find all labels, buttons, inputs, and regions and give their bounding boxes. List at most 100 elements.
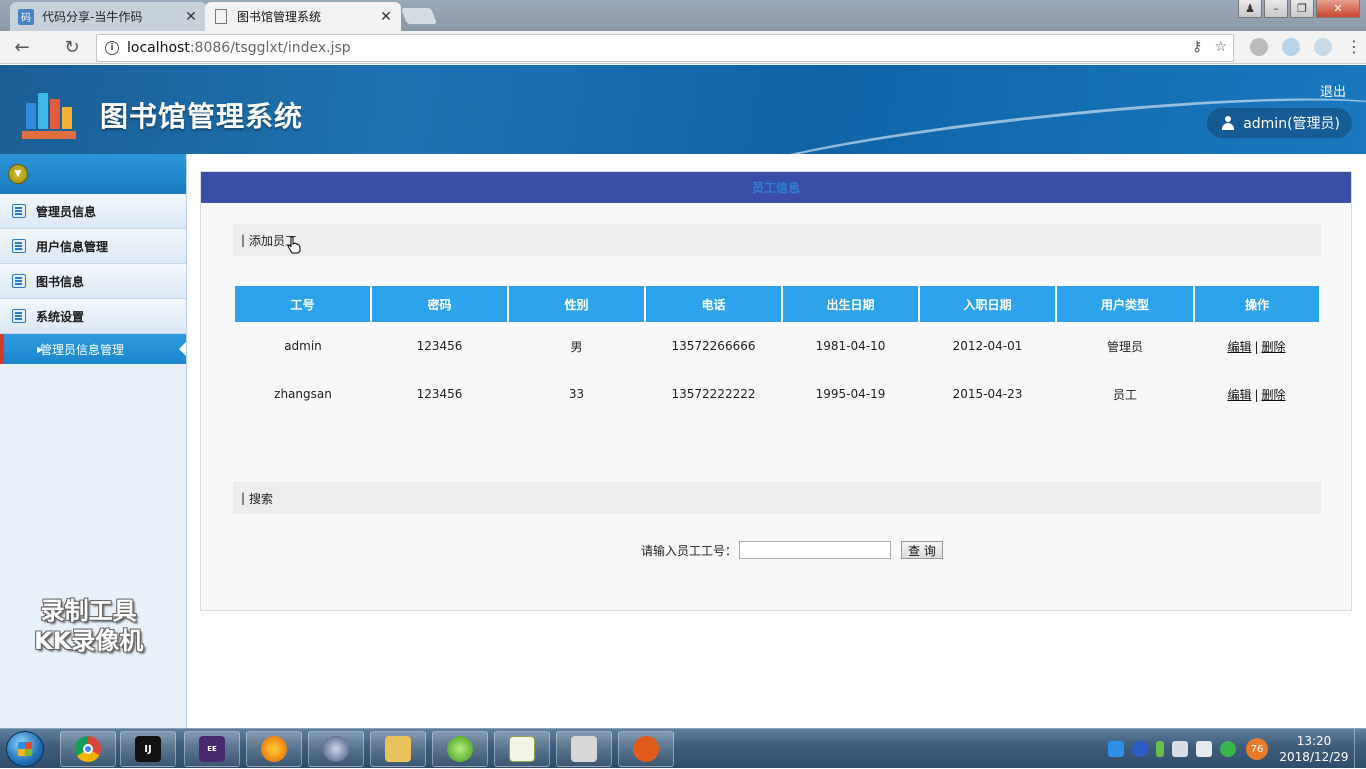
page-favicon-icon: [215, 9, 227, 24]
column-header: 用户类型: [1056, 286, 1195, 322]
key-icon[interactable]: ⚷: [1192, 39, 1202, 55]
address-bar[interactable]: i localhost :8086/tsgglxt/index.jsp ⚷ ☆: [96, 34, 1234, 62]
notepad-icon: [509, 736, 535, 762]
sidebar-item-user-management[interactable]: 用户信息管理: [0, 229, 186, 264]
taskbar-chrome[interactable]: [60, 731, 116, 767]
system-tray: 76 13:20 2018/12/29: [1104, 729, 1366, 769]
cell-hire-date: 2015-04-23: [952, 387, 1023, 401]
cell-gender: 33: [568, 387, 585, 401]
column-header: 入职日期: [919, 286, 1057, 322]
close-window-button[interactable]: ✕: [1316, 0, 1360, 18]
system-title: 图书馆管理系统: [100, 100, 304, 133]
sidebar-item-book-info[interactable]: 图书信息: [0, 264, 186, 299]
taskbar-eclipse[interactable]: EE: [184, 731, 240, 767]
edit-link[interactable]: 编辑: [1227, 340, 1251, 354]
search-section: | 搜索: [233, 482, 1321, 514]
cell-gender: 男: [570, 339, 583, 354]
chrome-icon: [75, 736, 101, 762]
extension-eye-icon[interactable]: [1282, 38, 1300, 56]
table-row: zhangsan 123456 33 13572222222 1995-04-1…: [235, 370, 1319, 418]
clock-time: 13:20: [1296, 734, 1332, 748]
windows-taskbar: IJ EE 76 13:20 2018/12/29: [0, 728, 1366, 769]
taskbar-notepad[interactable]: [494, 731, 550, 767]
column-header: 出生日期: [782, 286, 920, 322]
tab-close-icon[interactable]: ✕: [379, 9, 393, 25]
add-icon[interactable]: [1220, 741, 1236, 757]
logout-link[interactable]: 退出: [1320, 81, 1346, 100]
extension-circle-icon[interactable]: [1250, 38, 1268, 56]
performance-badge[interactable]: 76: [1246, 738, 1268, 760]
start-button[interactable]: [6, 731, 44, 767]
url-path: :8086/tsgglxt/index.jsp: [189, 40, 351, 56]
sidebar-subitem-admin-management[interactable]: ▶ 管理员信息管理: [0, 334, 186, 364]
reload-icon[interactable]: ↻: [58, 33, 86, 61]
current-user[interactable]: admin(管理员): [1207, 108, 1352, 138]
site-favicon-icon: 码: [18, 8, 34, 25]
url-host: localhost: [127, 40, 190, 56]
help-icon[interactable]: [1132, 741, 1148, 757]
tab-close-icon[interactable]: ✕: [184, 9, 198, 25]
menu-kebab-icon[interactable]: ⋮: [1346, 38, 1362, 56]
system-clock[interactable]: 13:20 2018/12/29: [1274, 733, 1354, 765]
edit-link[interactable]: 编辑: [1227, 388, 1251, 402]
staff-id-search-input[interactable]: [739, 541, 891, 559]
cell-actions: 编辑 | 删除: [1227, 339, 1286, 354]
cell-user-type: 管理员: [1106, 339, 1143, 354]
maximize-button[interactable]: ❐: [1290, 0, 1314, 18]
active-indicator-notch: [179, 342, 186, 356]
staff-table: 工号 密码 性别 电话 出生日期 入职日期 用户类型 操作 admin 1234…: [235, 286, 1319, 418]
taskbar-firefox[interactable]: [246, 731, 302, 767]
taskbar-explorer[interactable]: [370, 731, 426, 767]
volume-icon[interactable]: [1196, 741, 1212, 757]
search-label: 请输入员工工号：: [640, 543, 737, 558]
firefox-icon: [261, 736, 287, 762]
delete-link[interactable]: 删除: [1262, 340, 1286, 354]
taskbar-app-gear[interactable]: [308, 731, 364, 767]
new-tab-button[interactable]: [401, 8, 437, 24]
browser-tab-library[interactable]: 图书馆管理系统 ✕: [205, 2, 401, 31]
intellij-icon: IJ: [135, 736, 161, 762]
profile-icon[interactable]: ♟: [1238, 0, 1262, 18]
tab-title: 图书馆管理系统: [237, 10, 322, 24]
minimize-button[interactable]: –: [1264, 0, 1288, 18]
sidebar-item-label: 管理员信息: [36, 204, 97, 219]
query-button[interactable]: 查 询: [901, 541, 943, 559]
sidebar-item-label: 系统设置: [36, 309, 85, 324]
list-icon: [12, 239, 26, 253]
delete-link[interactable]: 删除: [1262, 388, 1286, 402]
qq-icon[interactable]: [1108, 741, 1124, 757]
taskbar-recorder[interactable]: [618, 731, 674, 767]
cell-id: admin: [284, 339, 322, 353]
browser-tab-code-share[interactable]: 码 代码分享-当牛作码 ✕: [10, 2, 206, 31]
back-arrow-icon[interactable]: ←: [8, 33, 36, 61]
recorder-watermark: 录制工具 KK录像机: [34, 596, 143, 656]
panel-title: 员工信息: [201, 172, 1351, 203]
search-form: 请输入员工工号： 查 询: [201, 541, 1353, 559]
sidebar-item-system-settings[interactable]: 系统设置: [0, 299, 186, 334]
column-header: 电话: [645, 286, 783, 322]
taskbar-app-green[interactable]: [432, 731, 488, 767]
list-icon: [12, 204, 26, 218]
show-desktop-button[interactable]: [1354, 729, 1366, 769]
info-icon[interactable]: i: [105, 41, 119, 55]
recorder-icon: [633, 736, 659, 762]
sidebar-item-label: 图书信息: [36, 274, 85, 289]
extension-icons: ⋮: [1250, 38, 1362, 56]
extension-cloud-icon[interactable]: [1314, 38, 1332, 56]
network-icon[interactable]: [1172, 741, 1188, 757]
browser-toolbar: ← ↻ i localhost :8086/tsgglxt/index.jsp …: [0, 31, 1366, 64]
window-controls: ♟ – ❐ ✕: [1238, 0, 1360, 18]
bookmark-star-icon[interactable]: ☆: [1214, 39, 1227, 55]
list-icon: [12, 274, 26, 288]
cell-user-type: 员工: [1112, 387, 1137, 402]
user-name: admin(管理员): [1243, 116, 1340, 132]
tab-title: 代码分享-当牛作码: [42, 10, 143, 24]
cell-password: 123456: [416, 339, 463, 353]
battery-icon[interactable]: [1156, 741, 1164, 757]
taskbar-tools[interactable]: [556, 731, 612, 767]
sidebar-item-admin-info[interactable]: 管理员信息: [0, 194, 186, 229]
cell-birth-date: 1995-04-19: [815, 387, 886, 401]
collapse-toggle-icon[interactable]: ▼: [8, 164, 28, 184]
add-staff-section[interactable]: | 添加员工: [233, 224, 1321, 256]
taskbar-intellij[interactable]: IJ: [120, 731, 176, 767]
